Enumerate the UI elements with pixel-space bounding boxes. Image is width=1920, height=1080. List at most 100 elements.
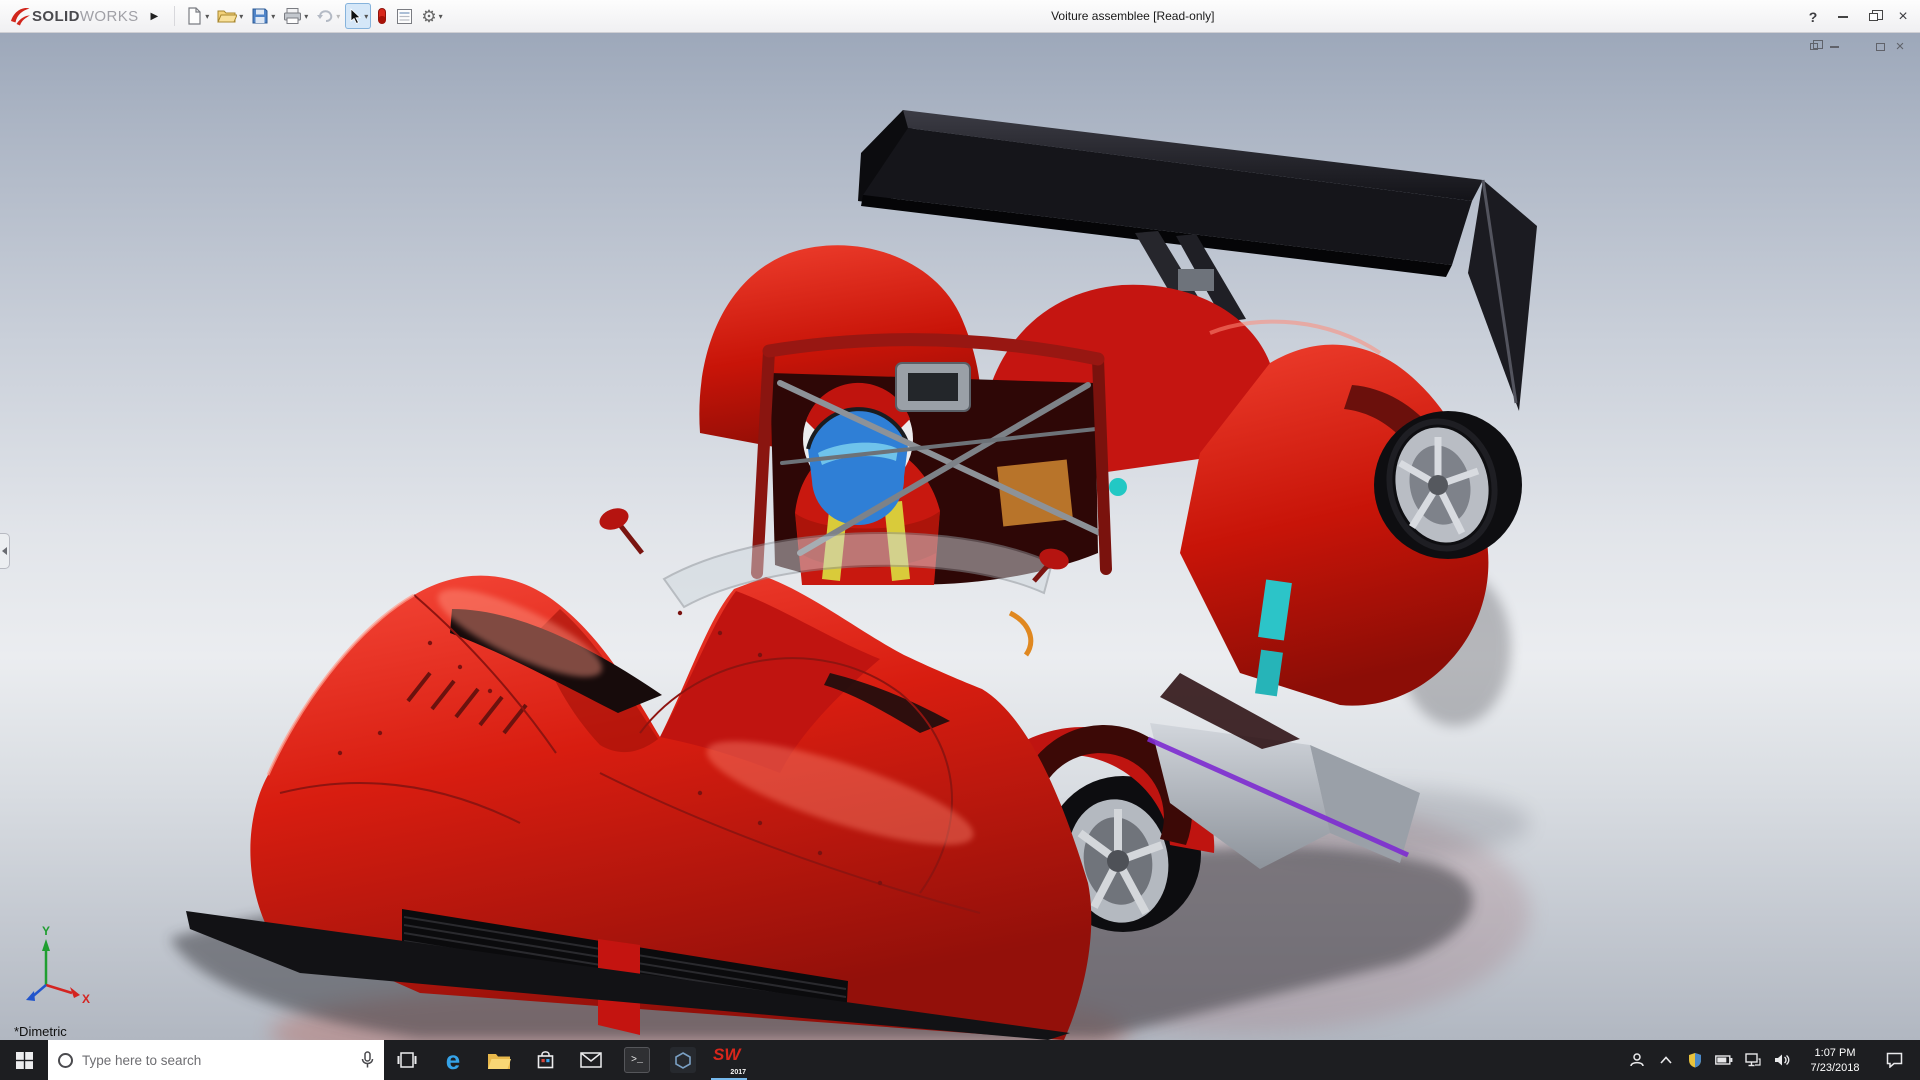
battery-button[interactable] [1709,1040,1738,1080]
view-orientation-label: *Dimetric [14,1024,67,1039]
chevron-left-icon [2,547,7,555]
person-icon [1629,1052,1645,1068]
list-sheet-icon [396,8,413,25]
start-button[interactable] [0,1040,48,1080]
restore-icon [1810,43,1818,50]
minimize-icon [1838,16,1848,18]
caret-icon: ▾ [271,12,275,21]
windows-logo-icon [16,1052,33,1069]
action-center-button[interactable] [1874,1040,1914,1080]
brand-solid: SOLID [32,8,80,25]
taskbar-search[interactable] [48,1040,384,1080]
store-button[interactable] [522,1040,568,1080]
minimize-icon [1830,46,1839,48]
close-icon: × [1898,8,1907,26]
caret-icon: ▾ [336,12,340,21]
cortana-icon [58,1053,73,1068]
edge-icon: e [446,1047,460,1073]
desktop-screen: SOLIDWORKS ▶ ▾ ▾ ▾ [0,0,1920,1080]
open-folder-icon [217,7,237,25]
caret-icon: ▾ [439,12,443,21]
file-explorer-icon [487,1051,511,1070]
doc-close-button[interactable]: × [1890,38,1910,55]
sw-year-badge: 2017 [730,1069,746,1076]
command-prompt-button[interactable]: >_ [614,1040,660,1080]
open-button[interactable]: ▾ [214,3,246,29]
new-document-button[interactable]: ▾ [182,3,212,29]
hidden-icons-button[interactable] [1651,1040,1680,1080]
new-document-icon [185,7,203,25]
task-view-icon [397,1052,417,1068]
caret-icon: ▾ [304,12,308,21]
front-bodywork[interactable] [186,573,1091,1040]
titlebar: SOLIDWORKS ▶ ▾ ▾ ▾ [0,0,1920,33]
model-scene[interactable]: Y X [0,33,1920,1040]
battery-icon [1715,1055,1733,1065]
defender-button[interactable] [1680,1040,1709,1080]
select-tool-button[interactable]: ▾ [345,3,371,29]
brand-works: WORKS [80,8,139,25]
volume-button[interactable] [1767,1040,1796,1080]
caret-icon: ▾ [205,12,209,21]
solidworks-app-icon: SW 2017 [713,1046,745,1074]
notification-icon [1886,1052,1903,1068]
restore-button[interactable] [1858,0,1888,33]
close-button[interactable]: × [1888,0,1918,33]
rear-wheel[interactable] [1374,411,1522,559]
people-button[interactable] [1622,1040,1651,1080]
document-title: Voiture assemblee [Read-only] [1051,9,1214,23]
appearance-button[interactable] [373,3,391,29]
document-window-controls: × [1804,38,1910,55]
minimize-button[interactable] [1828,0,1858,33]
search-input[interactable] [82,1053,352,1068]
triad-y-label: Y [42,924,50,938]
help-icon: ? [1809,9,1818,25]
ds-logo-icon [8,4,32,28]
task-view-button[interactable] [384,1040,430,1080]
speaker-icon [1774,1053,1790,1067]
store-bag-icon [536,1050,555,1070]
print-button[interactable]: ▾ [280,3,311,29]
graphics-viewport[interactable]: Y X × *Dimetric [0,33,1920,1040]
sheet-properties-button[interactable] [393,3,416,29]
chevron-up-icon [1660,1056,1672,1064]
orientation-triad: Y X [26,924,90,1006]
select-cursor-icon [348,8,362,25]
toolbar-divider [174,6,175,26]
maximize-icon [1876,43,1885,51]
doc-minimize-button[interactable] [1824,38,1844,55]
save-button[interactable]: ▾ [248,3,278,29]
doc-restore-button[interactable] [1804,38,1824,55]
undo-arrow-icon [316,8,334,24]
mail-envelope-icon [580,1052,602,1068]
save-floppy-icon [251,7,269,25]
caret-icon: ▾ [239,12,243,21]
hexagon-app-icon [670,1047,696,1073]
taskbar-clock[interactable]: 1:07 PM 7/23/2018 [1796,1045,1874,1075]
solidworks-brand: SOLIDWORKS [4,4,143,28]
help-button[interactable]: ? [1798,0,1828,33]
system-tray: 1:07 PM 7/23/2018 [1622,1040,1920,1080]
caret-icon: ▾ [364,12,368,21]
restore-icon [1869,13,1878,21]
defender-shield-icon [1688,1052,1702,1068]
doc-maximize-button[interactable] [1870,38,1890,55]
command-prompt-icon: >_ [624,1047,650,1073]
options-button[interactable]: ⚙ ▾ [418,3,445,29]
triad-x-label: X [82,992,90,1006]
red-capsule-icon [376,7,388,25]
brand-text: SOLIDWORKS [32,8,139,25]
network-icon [1745,1053,1761,1067]
menu-expand-arrow-icon[interactable]: ▶ [151,11,159,22]
panel-collapse-handle[interactable] [0,533,10,569]
window-controls: ? × [1798,0,1918,33]
clock-date: 7/23/2018 [1796,1061,1874,1075]
hex-app-button[interactable] [660,1040,706,1080]
file-explorer-button[interactable] [476,1040,522,1080]
network-button[interactable] [1738,1040,1767,1080]
microphone-icon[interactable] [361,1051,374,1069]
undo-button[interactable]: ▾ [313,3,343,29]
edge-button[interactable]: e [430,1040,476,1080]
mail-button[interactable] [568,1040,614,1080]
solidworks-app-button[interactable]: SW 2017 [706,1040,752,1080]
